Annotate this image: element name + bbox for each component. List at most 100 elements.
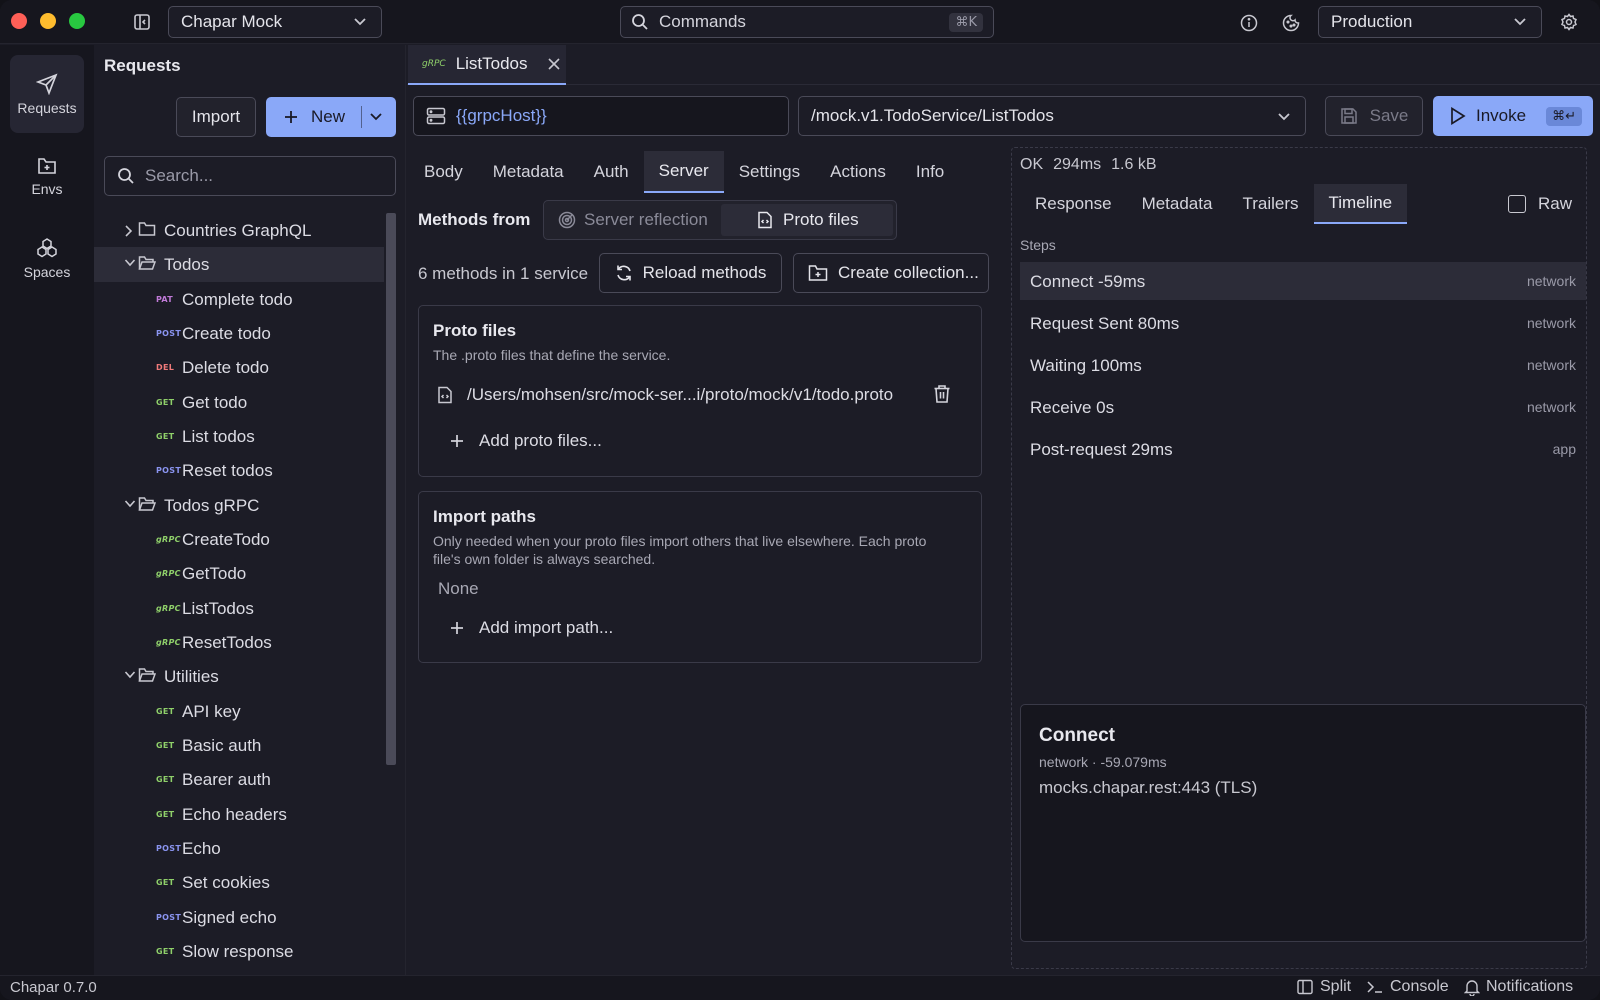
trash-icon[interactable] (933, 384, 951, 404)
add-import-path-button[interactable]: Add import path... (449, 618, 613, 638)
tree-request[interactable]: GET Basic auth (94, 728, 384, 763)
step-detail-title: Connect (1039, 725, 1115, 746)
workspace-select[interactable]: Chapar Mock (168, 6, 382, 38)
info-icon[interactable] (1239, 13, 1259, 33)
notifications-button[interactable]: Notifications (1464, 978, 1573, 996)
tab-trailers[interactable]: Trailers (1227, 184, 1313, 224)
tree-request-label: Get todo (182, 393, 248, 412)
app-version: Chapar 0.7.0 (10, 979, 97, 996)
timeline-step[interactable]: Connect -59ms network (1020, 262, 1586, 300)
request-tabs: gRPC ListTodos (407, 45, 1600, 85)
tree-request[interactable]: POST Reset todos (94, 453, 384, 488)
tab-server[interactable]: Server (643, 151, 724, 193)
step-category: network (1526, 273, 1576, 289)
method-badge: POST (156, 329, 182, 338)
tree-folder[interactable]: Todos (94, 247, 384, 282)
timeline-step[interactable]: Request Sent 80ms network (1020, 304, 1586, 342)
chevron-down-icon[interactable] (124, 670, 136, 680)
sidebar-scrollbar[interactable] (386, 213, 396, 765)
method-select[interactable]: /mock.v1.TodoService/ListTodos (798, 96, 1306, 136)
workspace-name: Chapar Mock (181, 12, 283, 31)
sidebar-search[interactable] (104, 156, 396, 196)
tree-request[interactable]: DEL Delete todo (94, 350, 384, 385)
tree-request-label: ListTodos (182, 599, 254, 618)
tree-request[interactable]: POST Signed echo (94, 900, 384, 935)
step-category: network (1526, 357, 1576, 373)
tree-request[interactable]: GET API key (94, 694, 384, 729)
split-label: Split (1320, 978, 1352, 995)
import-button[interactable]: Import (176, 97, 256, 137)
tree-request[interactable]: GET Slow response (94, 934, 384, 969)
tree-request[interactable]: PAT Complete todo (94, 282, 384, 317)
close-window-button[interactable] (11, 13, 27, 29)
tab-auth[interactable]: Auth (579, 151, 644, 193)
host-input[interactable]: {{grpcHost}} (413, 96, 789, 136)
split-button[interactable]: Split (1297, 978, 1351, 996)
sidebar-search-input[interactable] (145, 166, 385, 186)
tab-metadata[interactable]: Metadata (478, 151, 579, 193)
cookie-icon[interactable] (1281, 13, 1301, 33)
save-button[interactable]: Save (1325, 96, 1423, 136)
step-detail-value: mocks.chapar.rest:443 (TLS) (1039, 778, 1258, 797)
tab-settings[interactable]: Settings (724, 151, 815, 193)
tree-request[interactable]: GET Echo headers (94, 797, 384, 832)
tree-request[interactable]: gRPC ResetTodos (94, 625, 384, 660)
add-proto-files-button[interactable]: Add proto files... (449, 431, 602, 451)
chevron-down-icon[interactable] (124, 258, 136, 268)
tab-info[interactable]: Info (901, 151, 959, 193)
activity-envs[interactable]: Envs (10, 137, 84, 215)
tab-response-metadata[interactable]: Metadata (1127, 184, 1228, 224)
chevron-right-icon[interactable] (124, 224, 134, 238)
tree-request[interactable]: gRPC ListTodos (94, 591, 384, 626)
tree-request-label: Signed echo (182, 908, 277, 927)
raw-checkbox[interactable] (1507, 195, 1526, 213)
tree-request[interactable]: GET List todos (94, 419, 384, 454)
close-icon[interactable] (548, 58, 560, 70)
minimize-window-button[interactable] (40, 13, 56, 29)
tab-actions[interactable]: Actions (815, 151, 901, 193)
timeline-step[interactable]: Waiting 100ms network (1020, 346, 1586, 384)
tree-request[interactable]: gRPC GetTodo (94, 556, 384, 591)
tree-request-label: ResetTodos (182, 633, 272, 652)
timeline-step[interactable]: Post-request 29ms app (1020, 430, 1586, 468)
invoke-button[interactable]: Invoke ⌘↵ (1433, 96, 1593, 136)
timeline-step[interactable]: Receive 0s network (1020, 388, 1586, 426)
method-badge: GET (156, 810, 175, 819)
tree-folder[interactable]: Utilities (94, 659, 384, 694)
tree-request[interactable]: GET Get todo (94, 385, 384, 420)
host-value: {{grpcHost}} (456, 106, 547, 125)
commands-search[interactable]: Commands ⌘K (620, 6, 994, 38)
chevron-down-icon (1514, 18, 1526, 26)
new-request-button[interactable]: New (266, 97, 396, 137)
raw-toggle[interactable]: Raw (1507, 194, 1572, 214)
title-bar: Chapar Mock Commands ⌘K Production (0, 0, 1600, 44)
console-label: Console (1390, 978, 1449, 995)
server-reflection-label: Server reflection (584, 210, 708, 229)
console-button[interactable]: Console (1366, 978, 1449, 996)
chevron-down-icon (1278, 113, 1290, 121)
tree-request[interactable]: POST Echo (94, 831, 384, 866)
tree-request[interactable]: gRPC CreateTodo (94, 522, 384, 557)
tab-listtodos[interactable]: gRPC ListTodos (408, 45, 566, 85)
gear-icon[interactable] (1559, 12, 1579, 32)
tree-folder[interactable]: Countries GraphQL (94, 213, 384, 248)
tab-body[interactable]: Body (409, 151, 478, 193)
maximize-window-button[interactable] (69, 13, 85, 29)
create-collection-button[interactable]: Create collection... (793, 253, 989, 293)
activity-requests[interactable]: Requests (10, 55, 84, 133)
tree-folder[interactable]: Todos gRPC (94, 488, 384, 523)
proto-files-option[interactable]: Proto files (721, 204, 893, 236)
toggle-sidebar-icon[interactable] (132, 12, 152, 32)
chevron-down-icon[interactable] (124, 499, 136, 509)
tree-request[interactable]: GET Set cookies (94, 865, 384, 900)
server-reflection-option[interactable]: Server reflection (548, 204, 724, 236)
app-window: Chapar Mock Commands ⌘K Production Reque… (0, 0, 1600, 1000)
tree-request[interactable]: POST Create todo (94, 316, 384, 351)
environment-select[interactable]: Production (1318, 6, 1542, 38)
activity-spaces[interactable]: Spaces (10, 219, 84, 297)
tab-response[interactable]: Response (1020, 184, 1127, 224)
tree-request[interactable]: GET Bearer auth (94, 762, 384, 797)
tab-timeline[interactable]: Timeline (1313, 184, 1408, 224)
reload-methods-button[interactable]: Reload methods (599, 253, 782, 293)
chevron-down-icon[interactable] (369, 112, 383, 122)
